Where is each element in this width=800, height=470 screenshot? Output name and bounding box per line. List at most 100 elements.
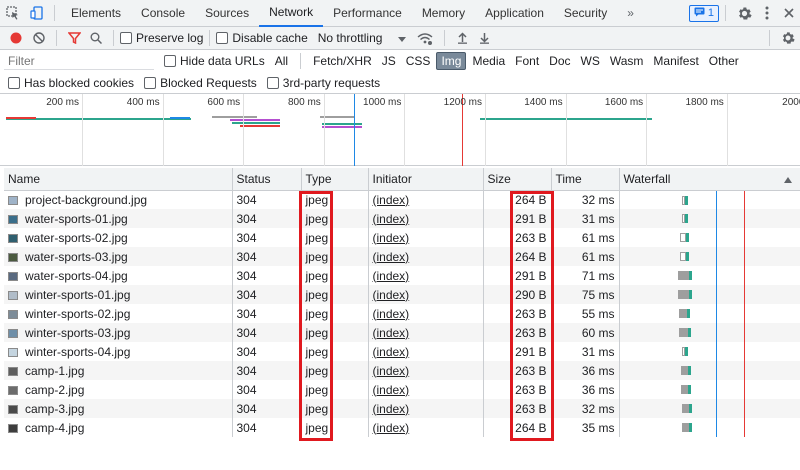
table-row[interactable]: project-background.jpg 304 jpeg (index) 264 … <box>4 190 800 209</box>
third-party-requests-checkbox[interactable]: 3rd-party requests <box>266 76 380 90</box>
request-name-cell[interactable]: water-sports-04.jpg <box>4 266 233 285</box>
request-name-cell[interactable]: project-background.jpg <box>4 190 233 209</box>
initiator-link-text[interactable]: (index) <box>373 288 410 302</box>
request-name-cell[interactable]: camp-4.jpg <box>4 418 233 437</box>
settings-gear-icon[interactable] <box>776 27 800 50</box>
filter-type-fetch-xhr[interactable]: Fetch/XHR <box>309 53 376 69</box>
column-header-time[interactable]: Time <box>551 168 620 191</box>
initiator-link-text[interactable]: (index) <box>373 307 410 321</box>
request-name-cell[interactable]: water-sports-02.jpg <box>4 228 233 247</box>
column-header-type[interactable]: Type <box>301 168 369 191</box>
preserve-log-checkbox[interactable]: Preserve log <box>120 31 203 45</box>
column-header-waterfall[interactable]: Waterfall <box>619 168 800 191</box>
clear-icon[interactable] <box>28 27 50 50</box>
tab-elements[interactable]: Elements <box>61 0 131 27</box>
filter-type-css[interactable]: CSS <box>402 53 435 69</box>
table-row[interactable]: camp-4.jpg 304 jpeg (index) 264 B 35 ms <box>4 418 800 437</box>
import-icon[interactable] <box>451 27 473 50</box>
checkbox-box[interactable] <box>144 76 157 89</box>
kebab-menu-icon[interactable] <box>756 0 778 27</box>
initiator-cell[interactable]: (index) <box>368 266 484 285</box>
more-tabs-button[interactable]: » <box>617 0 644 27</box>
initiator-cell[interactable]: (index) <box>368 361 484 380</box>
tab-application[interactable]: Application <box>475 0 554 27</box>
request-name-cell[interactable]: camp-2.jpg <box>4 380 233 399</box>
initiator-link-text[interactable]: (index) <box>373 383 410 397</box>
filter-type-media[interactable]: Media <box>468 53 509 69</box>
filter-type-other[interactable]: Other <box>705 53 743 69</box>
table-row[interactable]: winter-sports-01.jpg 304 jpeg (index) 290 B 7… <box>4 285 800 304</box>
filter-type-wasm[interactable]: Wasm <box>606 53 648 69</box>
column-header-size[interactable]: Size <box>483 168 552 191</box>
tab-performance[interactable]: Performance <box>323 0 412 27</box>
initiator-cell[interactable]: (index) <box>368 190 484 209</box>
checkbox-box[interactable] <box>164 55 176 67</box>
has-blocked-cookies-checkbox[interactable]: Has blocked cookies <box>8 76 134 90</box>
initiator-cell[interactable]: (index) <box>368 323 484 342</box>
filter-icon[interactable] <box>63 27 85 50</box>
tab-network[interactable]: Network <box>259 0 324 27</box>
initiator-link-text[interactable]: (index) <box>373 231 410 245</box>
disable-cache-checkbox[interactable]: Disable cache <box>216 31 308 45</box>
checkbox-box[interactable] <box>8 76 20 89</box>
initiator-link-text[interactable]: (index) <box>373 402 410 416</box>
initiator-link-text[interactable]: (index) <box>373 345 410 359</box>
initiator-cell[interactable]: (index) <box>368 209 484 228</box>
issues-badge[interactable]: 1 <box>688 4 719 22</box>
column-header-status[interactable]: Status <box>232 168 302 191</box>
record-icon[interactable] <box>4 27 28 50</box>
initiator-link-text[interactable]: (index) <box>373 326 410 340</box>
table-row[interactable]: camp-3.jpg 304 jpeg (index) 263 B 32 ms <box>4 399 800 418</box>
checkbox-box[interactable] <box>216 32 229 44</box>
tab-console[interactable]: Console <box>131 0 195 27</box>
filter-input[interactable] <box>4 52 154 70</box>
table-row[interactable]: winter-sports-02.jpg 304 jpeg (index) 263 B 5… <box>4 304 800 323</box>
initiator-link-text[interactable]: (index) <box>373 193 410 207</box>
initiator-link-text[interactable]: (index) <box>373 212 410 226</box>
table-row[interactable]: camp-1.jpg 304 jpeg (index) 263 B 36 ms <box>4 361 800 380</box>
request-name-cell[interactable]: camp-1.jpg <box>4 361 233 380</box>
filter-type-all[interactable]: All <box>271 53 292 69</box>
request-name-cell[interactable]: winter-sports-04.jpg <box>4 342 233 361</box>
request-name-cell[interactable]: winter-sports-01.jpg <box>4 285 233 304</box>
table-row[interactable]: water-sports-02.jpg 304 jpeg (index) 263 B 61… <box>4 228 800 247</box>
request-name-cell[interactable]: winter-sports-03.jpg <box>4 323 233 342</box>
initiator-cell[interactable]: (index) <box>368 285 484 304</box>
table-row[interactable]: water-sports-04.jpg 304 jpeg (index) 291 B 71… <box>4 266 800 285</box>
initiator-cell[interactable]: (index) <box>368 304 484 323</box>
request-name-cell[interactable]: winter-sports-02.jpg <box>4 304 233 323</box>
initiator-link-text[interactable]: (index) <box>373 269 410 283</box>
initiator-link-text[interactable]: (index) <box>373 421 410 435</box>
column-header-initiator[interactable]: Initiator <box>368 168 484 191</box>
table-row[interactable]: water-sports-01.jpg 304 jpeg (index) 291 B 31… <box>4 209 800 228</box>
export-icon[interactable] <box>473 27 495 50</box>
initiator-cell[interactable]: (index) <box>368 342 484 361</box>
request-name-cell[interactable]: water-sports-03.jpg <box>4 247 233 266</box>
network-overview-timeline[interactable]: 200 ms 400 ms 600 ms 800 ms 1000 ms 1200 ms 14… <box>0 94 800 166</box>
checkbox-box[interactable] <box>120 32 132 44</box>
hide-data-urls-checkbox[interactable]: Hide data URLs <box>164 54 265 68</box>
settings-gear-icon[interactable] <box>732 0 756 27</box>
blocked-requests-checkbox[interactable]: Blocked Requests <box>144 76 257 90</box>
close-icon[interactable] <box>778 0 800 27</box>
request-name-cell[interactable]: water-sports-01.jpg <box>4 209 233 228</box>
filter-type-js[interactable]: JS <box>378 53 400 69</box>
filter-type-img[interactable]: Img <box>436 52 467 70</box>
initiator-cell[interactable]: (index) <box>368 228 484 247</box>
inspect-icon[interactable] <box>0 0 26 27</box>
request-name-cell[interactable]: camp-3.jpg <box>4 399 233 418</box>
table-row[interactable]: winter-sports-03.jpg 304 jpeg (index) 263 B 6… <box>4 323 800 342</box>
tab-sources[interactable]: Sources <box>195 0 259 27</box>
initiator-link-text[interactable]: (index) <box>373 250 410 264</box>
network-conditions-icon[interactable] <box>412 27 438 50</box>
table-row[interactable]: water-sports-03.jpg 304 jpeg (index) 264 B 61… <box>4 247 800 266</box>
device-toggle-icon[interactable] <box>26 0 48 27</box>
tab-security[interactable]: Security <box>554 0 617 27</box>
throttling-select[interactable]: No throttling <box>318 31 407 45</box>
initiator-cell[interactable]: (index) <box>368 247 484 266</box>
filter-type-ws[interactable]: WS <box>577 53 604 69</box>
initiator-link-text[interactable]: (index) <box>373 364 410 378</box>
tab-memory[interactable]: Memory <box>412 0 475 27</box>
column-header-name[interactable]: Name <box>4 168 233 191</box>
table-row[interactable]: winter-sports-04.jpg 304 jpeg (index) 291 B 3… <box>4 342 800 361</box>
